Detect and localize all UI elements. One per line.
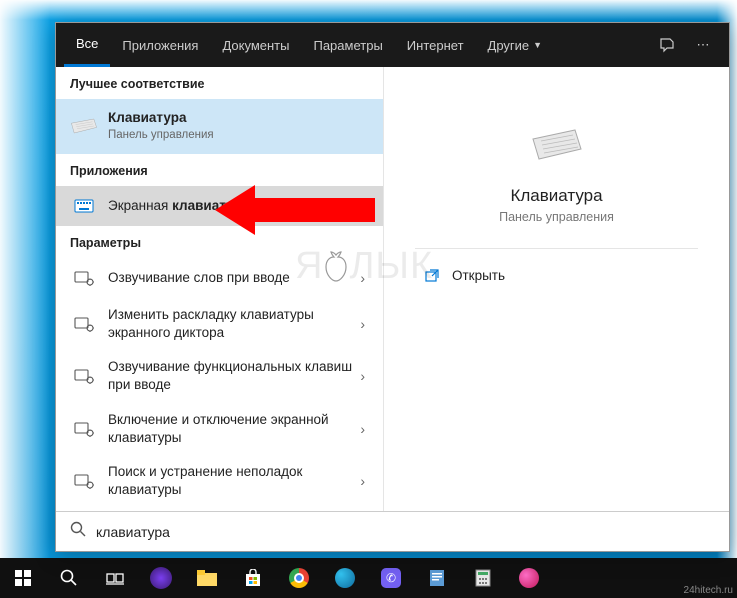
tab-settings[interactable]: Параметры	[301, 23, 394, 67]
preview-pane: Клавиатура Панель управления Открыть	[384, 67, 729, 511]
result-label: Экранная клавиатура	[108, 197, 356, 215]
start-button[interactable]	[0, 558, 46, 598]
search-icon	[70, 521, 86, 542]
chevron-right-icon[interactable]: ›	[356, 473, 369, 489]
blur-edge	[0, 0, 50, 598]
search-box[interactable]	[56, 511, 729, 551]
section-settings: Параметры	[56, 226, 383, 258]
section-best-match: Лучшее соответствие	[56, 67, 383, 99]
search-results-panel: Все Приложения Документы Параметры Интер…	[55, 22, 730, 552]
onscreen-keyboard-icon	[70, 194, 98, 218]
task-view-button[interactable]	[92, 558, 138, 598]
settings-icon	[70, 364, 98, 388]
result-setting[interactable]: Озвучивание клавиш Shift, Alt и других к…	[56, 507, 383, 511]
result-subtitle: Панель управления	[108, 128, 369, 144]
chevron-down-icon: ▼	[533, 40, 542, 50]
result-setting[interactable]: Изменить раскладку клавиатуры экранного …	[56, 298, 383, 350]
preview-subtitle: Панель управления	[499, 210, 614, 224]
tab-documents[interactable]: Документы	[210, 23, 301, 67]
chevron-right-icon[interactable]: ›	[356, 421, 369, 437]
keyboard-icon-large	[529, 127, 585, 168]
taskbar-app-calculator[interactable]	[460, 558, 506, 598]
chevron-right-icon[interactable]: ›	[356, 368, 369, 384]
taskbar-app-store[interactable]	[230, 558, 276, 598]
tab-web[interactable]: Интернет	[395, 23, 476, 67]
result-label: Включение и отключение экранной клавиату…	[108, 411, 356, 447]
settings-icon	[70, 312, 98, 336]
taskbar-app-edge[interactable]	[322, 558, 368, 598]
taskbar-app-viber[interactable]: ✆	[368, 558, 414, 598]
result-label: Поиск и устранение неполадок клавиатуры	[108, 463, 356, 499]
result-label: Изменить раскладку клавиатуры экранного …	[108, 306, 356, 342]
result-label: Озвучивание функциональных клавиш при вв…	[108, 358, 356, 394]
search-tabs-bar: Все Приложения Документы Параметры Интер…	[56, 23, 729, 67]
taskbar-app-generic[interactable]	[506, 558, 552, 598]
result-best-keyboard[interactable]: Клавиатура Панель управления	[56, 99, 383, 154]
result-onscreen-keyboard[interactable]: Экранная клавиатура ›	[56, 186, 383, 226]
chevron-right-icon[interactable]: ›	[356, 270, 369, 286]
result-setting[interactable]: Озвучивание слов при вводе ›	[56, 258, 383, 298]
tab-all[interactable]: Все	[64, 23, 110, 67]
settings-icon	[70, 469, 98, 493]
search-content: Лучшее соответствие Клавиатура Панель уп…	[56, 67, 729, 511]
open-action[interactable]: Открыть	[424, 267, 505, 283]
result-title: Клавиатура	[108, 109, 369, 127]
result-setting[interactable]: Поиск и устранение неполадок клавиатуры …	[56, 455, 383, 507]
tab-more[interactable]: Другие▼	[476, 23, 555, 67]
chevron-right-icon[interactable]: ›	[356, 198, 369, 214]
feedback-icon[interactable]	[649, 23, 685, 67]
keyboard-icon	[70, 114, 98, 138]
taskbar-app-notes[interactable]	[414, 558, 460, 598]
search-input[interactable]	[96, 524, 715, 540]
section-apps: Приложения	[56, 154, 383, 186]
taskbar-app-yandex[interactable]	[138, 558, 184, 598]
more-options-icon[interactable]: ⋯	[685, 23, 721, 67]
open-icon	[424, 267, 440, 283]
result-setting[interactable]: Озвучивание функциональных клавиш при вв…	[56, 350, 383, 402]
chevron-right-icon[interactable]: ›	[356, 316, 369, 332]
settings-icon	[70, 417, 98, 441]
settings-icon	[70, 266, 98, 290]
separator	[415, 248, 698, 249]
blur-edge	[0, 0, 737, 20]
taskbar-app-chrome[interactable]	[276, 558, 322, 598]
taskbar-app-explorer[interactable]	[184, 558, 230, 598]
results-list: Лучшее соответствие Клавиатура Панель уп…	[56, 67, 384, 511]
open-label: Открыть	[452, 268, 505, 283]
attribution: 24hitech.ru	[684, 585, 733, 596]
result-setting[interactable]: Включение и отключение экранной клавиату…	[56, 403, 383, 455]
taskbar: ✆	[0, 558, 737, 598]
tab-apps[interactable]: Приложения	[110, 23, 210, 67]
result-label: Озвучивание слов при вводе	[108, 269, 356, 287]
preview-title: Клавиатура	[510, 186, 602, 206]
taskbar-search-button[interactable]	[46, 558, 92, 598]
